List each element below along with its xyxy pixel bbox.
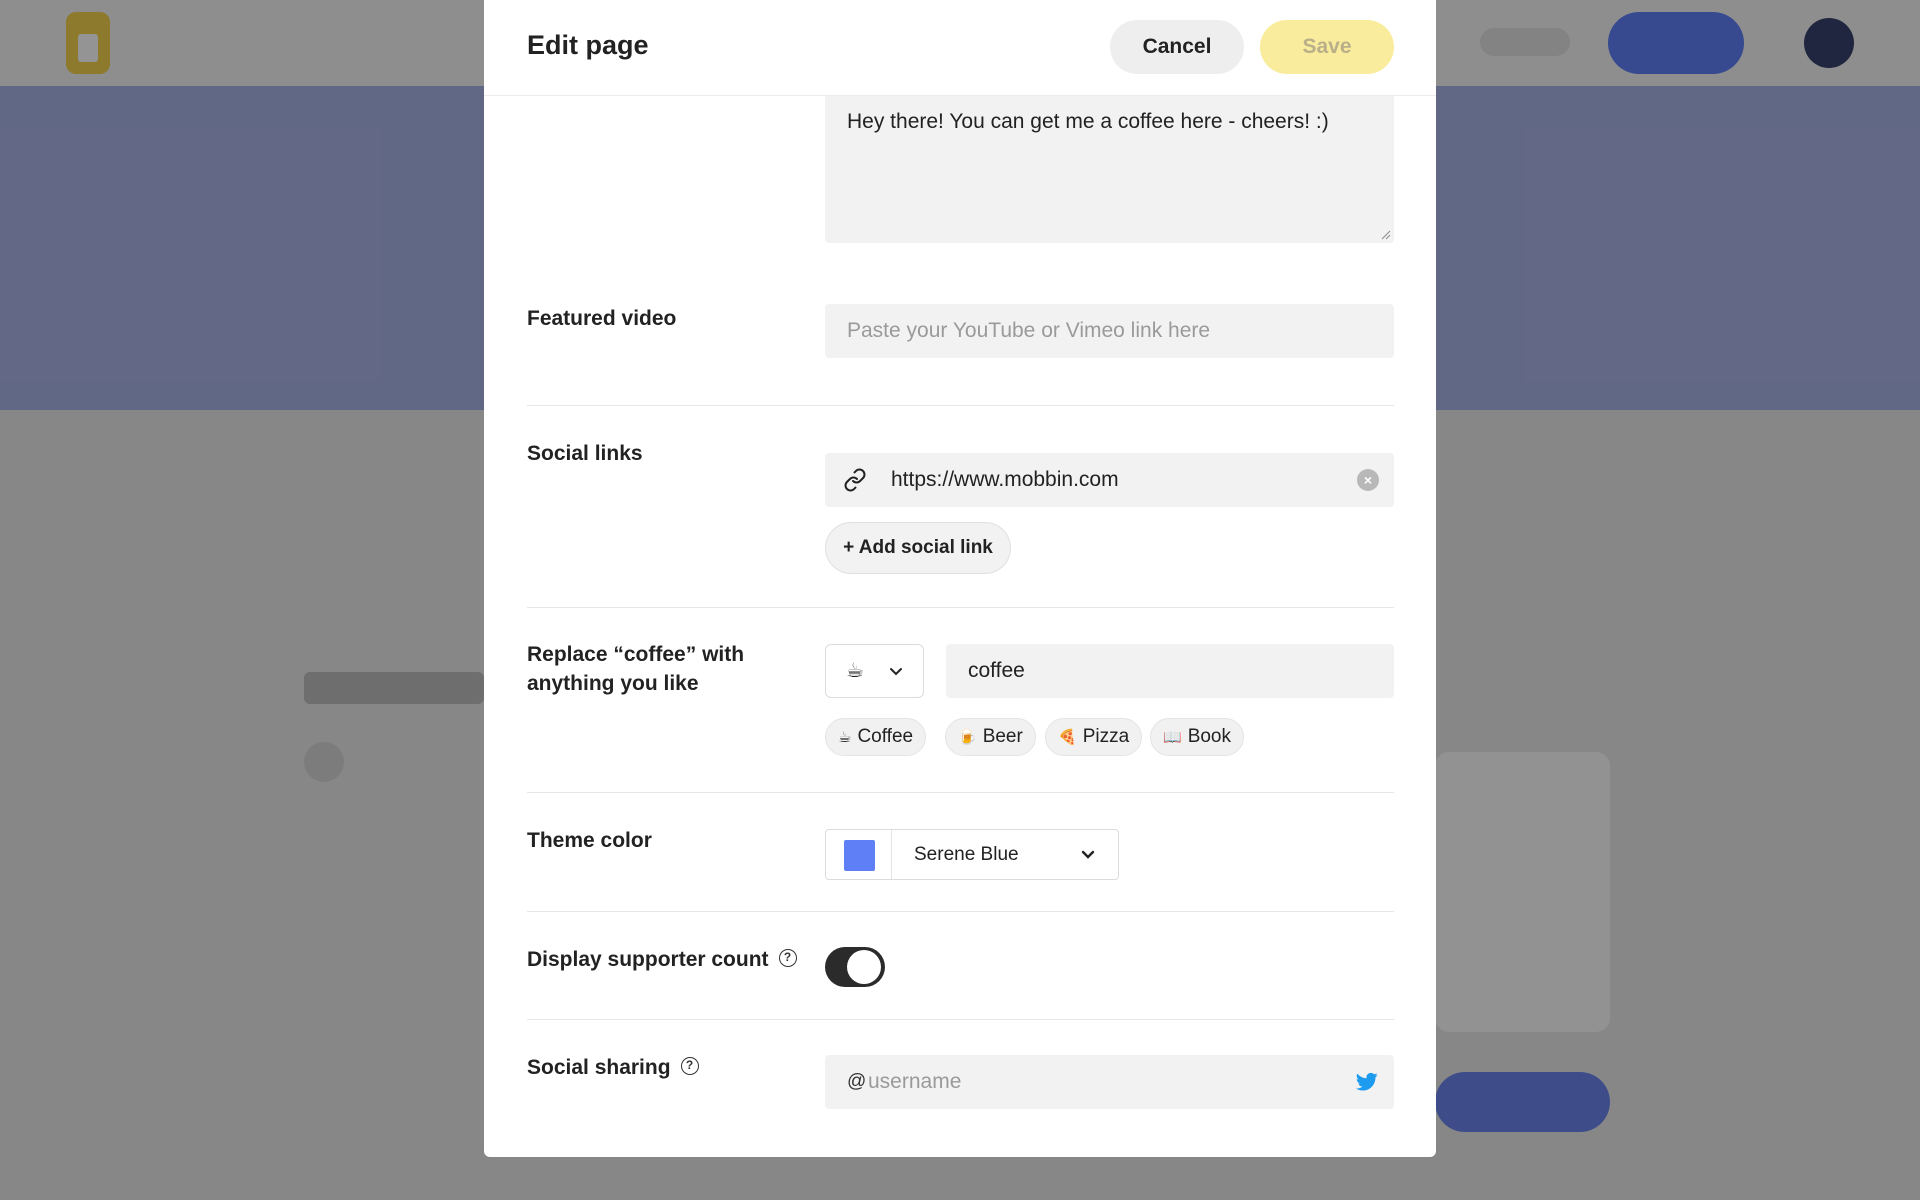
page-title: Edit page bbox=[527, 30, 649, 60]
chip-label: Book bbox=[1187, 726, 1231, 747]
social-sharing-label: Social sharing? bbox=[527, 1053, 699, 1082]
featured-video-input[interactable]: Paste your YouTube or Vimeo link here bbox=[825, 304, 1394, 358]
cancel-button[interactable]: Cancel bbox=[1110, 20, 1244, 74]
chip-label: Beer bbox=[982, 726, 1023, 747]
chevron-down-icon bbox=[1081, 850, 1095, 859]
selected-emoji: ☕ bbox=[846, 660, 864, 682]
chip-book[interactable]: 📖 Book bbox=[1150, 718, 1244, 756]
add-social-link-button[interactable]: + Add social link bbox=[825, 522, 1011, 574]
supporter-count-label: Display supporter count? bbox=[527, 945, 797, 974]
supporter-count-label-text: Display supporter count bbox=[527, 948, 769, 971]
resize-handle-icon[interactable] bbox=[1381, 230, 1391, 240]
divider bbox=[527, 792, 1394, 793]
replace-coffee-label: Replace “coffee” with anything you like bbox=[527, 643, 745, 695]
pizza-emoji-icon: 🍕 bbox=[1058, 729, 1077, 746]
chip-beer[interactable]: 🍺 Beer bbox=[945, 718, 1036, 756]
supporter-count-toggle[interactable] bbox=[825, 947, 885, 987]
social-link-field[interactable]: https://www.mobbin.com × bbox=[825, 453, 1394, 507]
chevron-down-icon bbox=[890, 668, 902, 676]
divider bbox=[527, 405, 1394, 406]
at-sign: @ bbox=[847, 1071, 867, 1092]
edit-page-modal: Hey there! You can get me a coffee here … bbox=[484, 0, 1436, 1157]
twitter-username-input[interactable]: @ username bbox=[825, 1055, 1394, 1109]
chip-label: Pizza bbox=[1082, 726, 1130, 747]
divider bbox=[527, 607, 1394, 608]
username-placeholder: username bbox=[868, 1070, 962, 1093]
link-icon bbox=[844, 468, 866, 492]
social-link-url: https://www.mobbin.com bbox=[891, 468, 1119, 491]
social-links-label: Social links bbox=[527, 442, 643, 465]
about-text: Hey there! You can get me a coffee here … bbox=[847, 110, 1329, 133]
featured-video-label: Featured video bbox=[527, 307, 677, 330]
emoji-select[interactable]: ☕ bbox=[825, 644, 924, 698]
book-emoji-icon: 📖 bbox=[1163, 729, 1182, 746]
question-circle-icon[interactable]: ? bbox=[778, 949, 797, 968]
clear-icon[interactable]: × bbox=[1357, 469, 1379, 491]
swatch-cell bbox=[826, 830, 892, 879]
twitter-icon bbox=[1356, 1072, 1378, 1091]
divider bbox=[527, 911, 1394, 912]
beer-emoji-icon: 🍺 bbox=[958, 729, 977, 746]
question-circle-icon[interactable]: ? bbox=[680, 1057, 699, 1076]
chip-label: Coffee bbox=[857, 726, 914, 747]
coffee-name-input[interactable]: coffee bbox=[946, 644, 1394, 698]
save-button[interactable]: Save bbox=[1260, 20, 1394, 74]
coffee-emoji-icon: ☕ bbox=[838, 729, 852, 746]
chip-coffee[interactable]: ☕ Coffee bbox=[825, 718, 927, 756]
about-textarea[interactable]: Hey there! You can get me a coffee here … bbox=[825, 96, 1394, 243]
modal-header: Edit page Cancel Save bbox=[484, 0, 1436, 96]
theme-color-select[interactable]: Serene Blue bbox=[825, 829, 1119, 880]
social-sharing-label-text: Social sharing bbox=[527, 1056, 671, 1079]
theme-color-name: Serene Blue bbox=[914, 844, 1019, 865]
chip-pizza[interactable]: 🍕 Pizza bbox=[1045, 718, 1143, 756]
divider bbox=[527, 1019, 1394, 1020]
theme-color-label: Theme color bbox=[527, 829, 652, 852]
color-swatch bbox=[844, 840, 875, 871]
toggle-knob bbox=[847, 950, 881, 984]
